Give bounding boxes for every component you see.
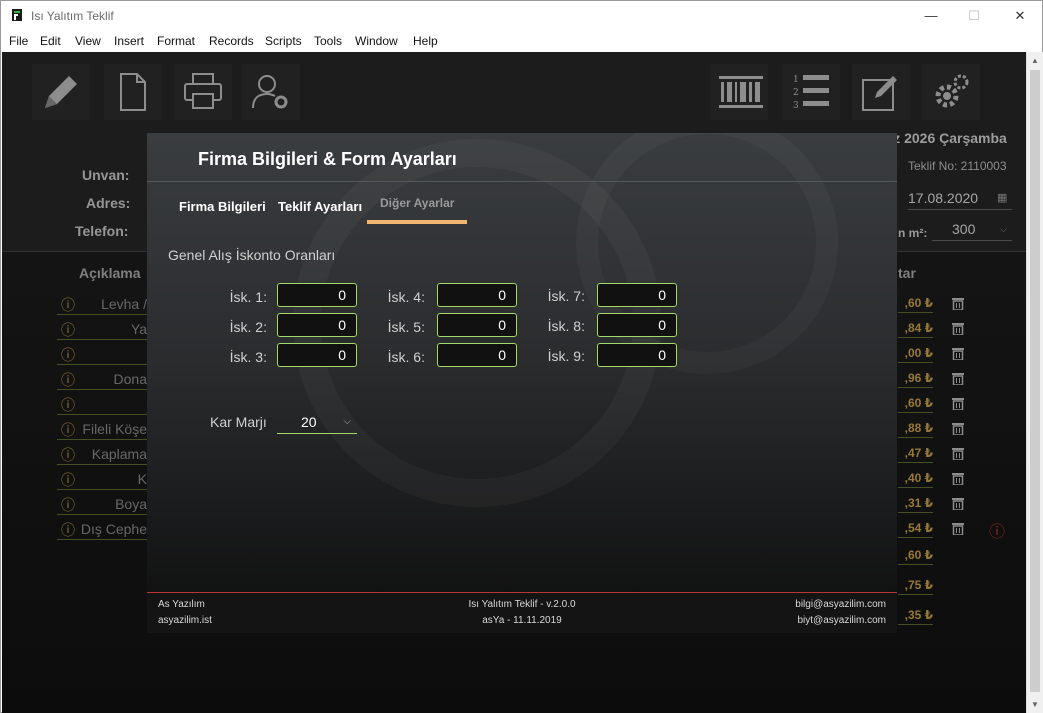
isk-2-label: İsk. 2: [229, 319, 267, 335]
isk-7-input[interactable]: 0 [597, 283, 677, 307]
maximize-button[interactable]: ☐ [951, 5, 997, 27]
isk-4-label: İsk. 4: [387, 289, 425, 305]
footer-email-bilgi[interactable]: bilgi@asyazilim.com [795, 599, 886, 610]
footer-email-biyt[interactable]: biyt@asyazilim.com [797, 615, 886, 626]
active-tab-indicator [367, 220, 467, 224]
kar-marji-value: 20 [301, 414, 317, 430]
isk-9-input[interactable]: 0 [597, 343, 677, 367]
isk-9-label: İsk. 9: [547, 348, 585, 364]
isk-1-label: İsk. 1: [229, 289, 267, 305]
menu-insert[interactable]: Insert [114, 34, 144, 48]
app-logo-icon [12, 9, 22, 21]
menu-help[interactable]: Help [413, 34, 438, 48]
menu-bar: File Edit View Insert Format Records Scr… [1, 31, 1042, 52]
isk-8-input[interactable]: 0 [597, 313, 677, 337]
isk-6-label: İsk. 6: [387, 349, 425, 365]
scroll-up-icon[interactable]: ▲ [1031, 56, 1039, 65]
settings-dialog: Firma Bilgileri & Form Ayarları Firma Bi… [147, 133, 897, 633]
section-title: Genel Alış İskonto Oranları [168, 247, 336, 263]
menu-records[interactable]: Records [209, 34, 254, 48]
kar-marji-label: Kar Marjı [210, 414, 267, 430]
isk-8-label: İsk. 8: [547, 318, 585, 334]
app-window: Isı Yalıtım Teklif — ☐ ✕ File Edit View … [0, 0, 1043, 713]
footer-build: asYa - 11.11.2019 [482, 615, 562, 626]
title-bar: Isı Yalıtım Teklif — ☐ ✕ [1, 1, 1042, 31]
isk-5-label: İsk. 5: [387, 319, 425, 335]
scroll-down-icon[interactable]: ▼ [1031, 700, 1039, 709]
tab-diger-ayarlar[interactable]: Diğer Ayarlar [380, 196, 454, 210]
kar-marji-select[interactable]: 20 ⌵ [277, 411, 357, 434]
tab-firma-bilgileri[interactable]: Firma Bilgileri [179, 199, 266, 214]
tab-teklif-ayarlari[interactable]: Teklif Ayarları [278, 199, 362, 214]
menu-file[interactable]: File [9, 34, 28, 48]
menu-scripts[interactable]: Scripts [265, 34, 302, 48]
dialog-title: Firma Bilgileri & Form Ayarları [198, 149, 457, 169]
dialog-footer: As Yazılım asyazilim.ist Isı Yalıtım Tek… [147, 592, 897, 633]
divider [147, 181, 897, 182]
menu-tools[interactable]: Tools [314, 34, 342, 48]
isk-7-label: İsk. 7: [547, 288, 585, 304]
scroll-thumb[interactable] [1030, 70, 1040, 692]
menu-format[interactable]: Format [157, 34, 195, 48]
minimize-button[interactable]: — [908, 5, 954, 27]
menu-edit[interactable]: Edit [40, 34, 61, 48]
menu-window[interactable]: Window [355, 34, 398, 48]
isk-3-label: İsk. 3: [229, 349, 267, 365]
menu-view[interactable]: View [75, 34, 101, 48]
vertical-scrollbar[interactable]: ▲ ▼ [1026, 52, 1043, 713]
window-title: Isı Yalıtım Teklif [31, 9, 114, 23]
chevron-down-icon: ⌵ [343, 416, 351, 427]
close-button[interactable]: ✕ [997, 5, 1043, 27]
footer-version: Isı Yalıtım Teklif - v.2.0.0 [468, 599, 576, 610]
